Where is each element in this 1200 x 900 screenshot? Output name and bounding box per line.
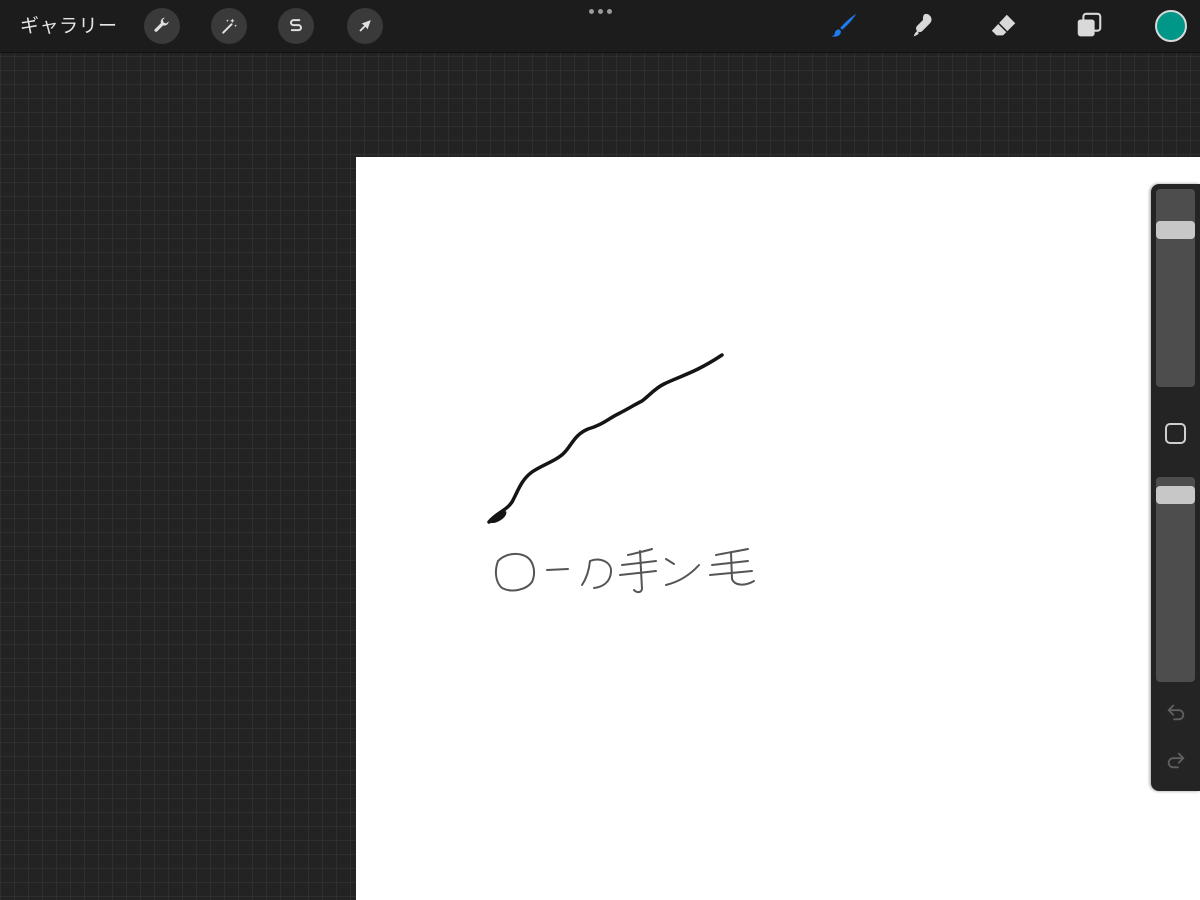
eraser-icon (991, 14, 1016, 36)
wrench-icon (154, 17, 169, 32)
brush-sidebar (1151, 184, 1200, 791)
selection-s-icon (290, 19, 302, 32)
brush-size-slider[interactable] (1156, 189, 1195, 387)
opacity-slider[interactable] (1156, 477, 1195, 682)
handwritten-text-strokes (494, 548, 755, 594)
dot (588, 8, 594, 14)
selection-button[interactable] (278, 8, 314, 44)
brush-size-thumb[interactable] (1156, 221, 1195, 239)
dot (597, 8, 603, 14)
adjustments-button[interactable] (211, 8, 247, 44)
undo-button[interactable] (1163, 699, 1189, 725)
actions-button[interactable] (144, 8, 180, 44)
layers-icon (1077, 12, 1102, 37)
brush-icon (831, 13, 857, 37)
top-toolbar: ギャラリー (0, 0, 1200, 52)
magic-wand-icon (222, 18, 238, 34)
modify-square-icon[interactable] (1165, 423, 1186, 444)
erase-tool-button[interactable] (986, 8, 1022, 44)
paint-tool-button[interactable] (826, 8, 862, 44)
arrow-cursor-icon (359, 20, 371, 32)
redo-button[interactable] (1163, 747, 1189, 773)
smudge-icon (913, 13, 932, 37)
smudge-tool-button[interactable] (906, 8, 942, 44)
canvas-artwork (487, 353, 755, 594)
procreate-app: ギャラリー (0, 0, 1200, 900)
gallery-button[interactable]: ギャラリー (20, 12, 118, 40)
transform-button[interactable] (347, 8, 383, 44)
color-picker-button[interactable] (1155, 10, 1187, 42)
redo-icon (1167, 752, 1185, 769)
undo-icon (1167, 704, 1185, 721)
dot (606, 8, 612, 14)
opacity-thumb[interactable] (1156, 486, 1195, 504)
brush-stroke (487, 353, 724, 524)
layers-button[interactable] (1071, 8, 1107, 44)
drawing-canvas[interactable] (356, 157, 1200, 900)
more-dots-icon[interactable] (582, 4, 618, 18)
